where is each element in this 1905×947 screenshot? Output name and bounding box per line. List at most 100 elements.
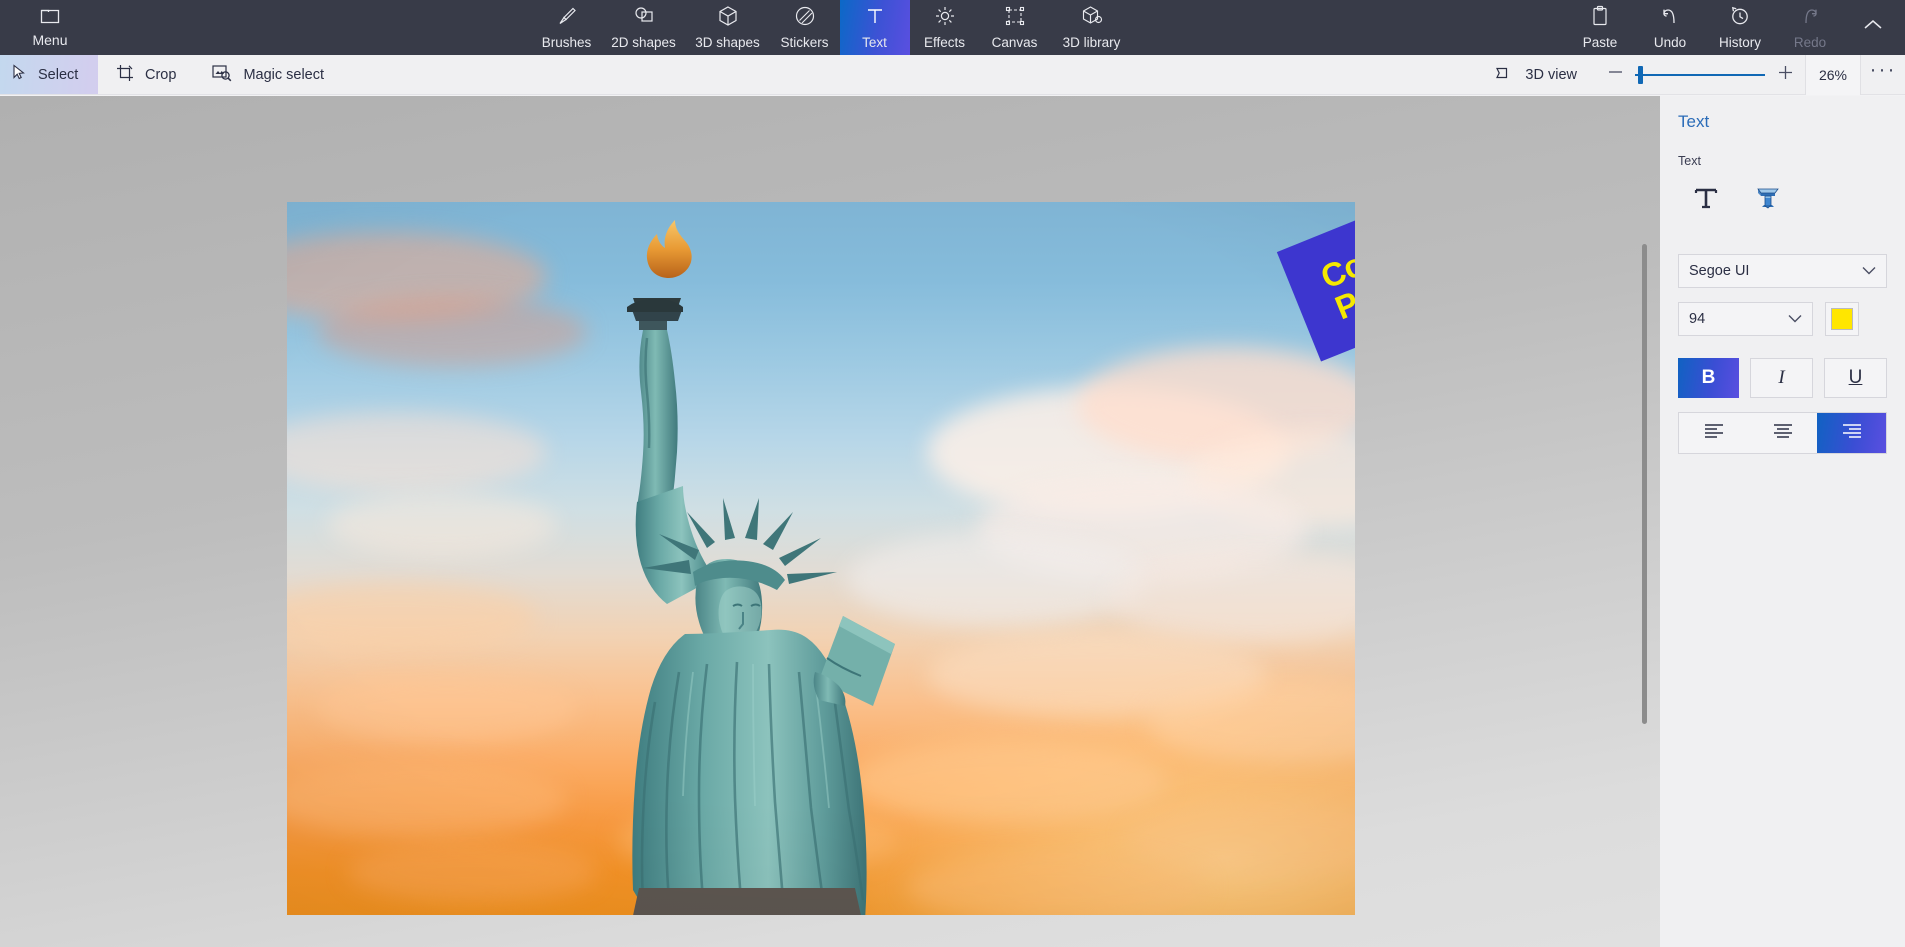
text-3d-icon xyxy=(1754,185,1782,216)
tab-stickers[interactable]: Stickers xyxy=(770,0,840,55)
bold-button[interactable]: B xyxy=(1678,358,1739,398)
canvas-workspace[interactable]: Copyright Protected xyxy=(0,96,1660,947)
align-center-button[interactable] xyxy=(1748,413,1817,453)
ribbon-tools: Brushes 2D shapes 3D shapes Stickers Tex… xyxy=(100,0,1565,55)
undo-icon xyxy=(1659,5,1681,32)
underline-button[interactable]: U xyxy=(1824,358,1887,398)
tab-3d-library-label: 3D library xyxy=(1062,35,1121,50)
tab-text-label: Text xyxy=(862,35,887,50)
align-left-button[interactable] xyxy=(1679,413,1748,453)
image-canvas[interactable]: Copyright Protected xyxy=(287,202,1355,915)
sticker-icon xyxy=(794,5,816,32)
shapes-3d-icon xyxy=(717,5,739,32)
shapes-2d-icon xyxy=(632,5,656,32)
tab-3d-library[interactable]: 3D library xyxy=(1050,0,1134,55)
font-family-dropdown[interactable]: Segoe UI xyxy=(1678,254,1887,288)
statue-of-liberty-photo: Copyright Protected xyxy=(287,202,1355,915)
redo-label: Redo xyxy=(1793,35,1827,50)
italic-label: I xyxy=(1778,367,1785,388)
text-color-picker[interactable] xyxy=(1825,302,1859,336)
paste-button[interactable]: Paste xyxy=(1565,0,1635,55)
crop-tool-label: Crop xyxy=(145,66,177,83)
more-options-button[interactable]: ··· xyxy=(1861,55,1905,95)
view-3d-icon xyxy=(1495,65,1514,85)
minus-icon xyxy=(1607,65,1624,84)
tab-canvas[interactable]: Canvas xyxy=(980,0,1050,55)
font-size-color-row: 94 xyxy=(1678,302,1887,336)
font-style-row: B I U xyxy=(1678,358,1887,398)
undo-button[interactable]: Undo xyxy=(1635,0,1705,55)
scrollbar-thumb[interactable] xyxy=(1642,244,1647,724)
redo-icon xyxy=(1799,5,1821,32)
paste-icon xyxy=(1590,5,1610,32)
italic-button[interactable]: I xyxy=(1750,358,1813,398)
align-right-button[interactable] xyxy=(1817,413,1886,453)
collapse-ribbon-button[interactable] xyxy=(1845,0,1901,55)
menu-button[interactable]: Menu xyxy=(0,0,100,55)
tab-brushes[interactable]: Brushes xyxy=(532,0,602,55)
tab-3d-shapes-label: 3D shapes xyxy=(695,35,760,50)
align-right-icon xyxy=(1841,423,1863,444)
menu-label: Menu xyxy=(32,32,68,48)
magic-select-icon xyxy=(212,64,232,86)
paste-label: Paste xyxy=(1582,35,1618,50)
folder-icon xyxy=(40,7,60,29)
top-ribbon: Menu Brushes 2D shapes 3D shapes Sticker… xyxy=(0,0,1905,55)
crop-tool-button[interactable]: Crop xyxy=(98,55,194,94)
chevron-up-icon xyxy=(1862,18,1884,37)
tab-2d-shapes[interactable]: 2D shapes xyxy=(602,0,686,55)
zoom-in-button[interactable] xyxy=(1765,55,1805,95)
select-tool-label: Select xyxy=(38,66,79,83)
underline-label: U xyxy=(1848,367,1863,388)
canvas-vertical-scrollbar[interactable] xyxy=(1639,96,1650,947)
redo-button[interactable]: Redo xyxy=(1775,0,1845,55)
zoom-slider[interactable] xyxy=(1635,55,1765,95)
paint3d-window: Menu Brushes 2D shapes 3D shapes Sticker… xyxy=(0,0,1905,947)
canvas-icon xyxy=(1004,5,1026,32)
tab-text[interactable]: Text xyxy=(839,0,910,55)
history-button[interactable]: History xyxy=(1705,0,1775,55)
panel-section-label: Text xyxy=(1678,154,1701,168)
zoom-slider-thumb[interactable] xyxy=(1638,65,1643,84)
tab-canvas-label: Canvas xyxy=(991,35,1038,50)
effects-icon xyxy=(934,5,956,32)
zoom-slider-track xyxy=(1635,73,1765,76)
tab-stickers-label: Stickers xyxy=(780,35,829,50)
ribbon-actions: Paste Undo History Redo xyxy=(1565,0,1905,55)
photo-vignette xyxy=(287,202,1355,915)
plus-icon xyxy=(1777,64,1794,86)
chevron-down-icon xyxy=(1862,263,1876,279)
tab-3d-shapes[interactable]: 3D shapes xyxy=(686,0,770,55)
text-type-row xyxy=(1678,180,1887,220)
undo-label: Undo xyxy=(1653,35,1687,50)
history-icon xyxy=(1729,5,1751,32)
tab-brushes-label: Brushes xyxy=(541,35,592,50)
zoom-out-button[interactable] xyxy=(1595,55,1635,95)
font-size-value: 94 xyxy=(1689,311,1706,327)
sub-toolbar: Select Crop Magic select 3D view 26% ··· xyxy=(0,54,1905,95)
text-2d-button[interactable] xyxy=(1686,180,1726,220)
3d-view-button[interactable]: 3D view xyxy=(1477,65,1595,85)
bold-label: B xyxy=(1701,367,1716,388)
crop-icon xyxy=(116,64,134,86)
font-family-value: Segoe UI xyxy=(1689,263,1750,279)
color-swatch xyxy=(1831,308,1853,330)
chevron-down-icon xyxy=(1788,311,1802,327)
text-properties-panel: Text Text Segoe UI 94 B I U xyxy=(1660,96,1905,947)
zoom-percent-display[interactable]: 26% xyxy=(1805,54,1861,95)
tab-effects[interactable]: Effects xyxy=(910,0,980,55)
font-size-dropdown[interactable]: 94 xyxy=(1678,302,1813,336)
align-left-icon xyxy=(1703,423,1725,444)
3d-view-label: 3D view xyxy=(1525,66,1577,83)
library-3d-icon xyxy=(1081,5,1103,32)
magic-select-button[interactable]: Magic select xyxy=(194,55,342,94)
panel-title: Text xyxy=(1678,112,1710,131)
text-3d-button[interactable] xyxy=(1748,180,1788,220)
cursor-icon xyxy=(12,64,27,85)
magic-select-label: Magic select xyxy=(243,66,325,83)
text-2d-icon xyxy=(1693,185,1719,216)
tab-2d-shapes-label: 2D shapes xyxy=(611,35,676,50)
history-label: History xyxy=(1718,35,1761,50)
select-tool-button[interactable]: Select xyxy=(0,55,98,94)
